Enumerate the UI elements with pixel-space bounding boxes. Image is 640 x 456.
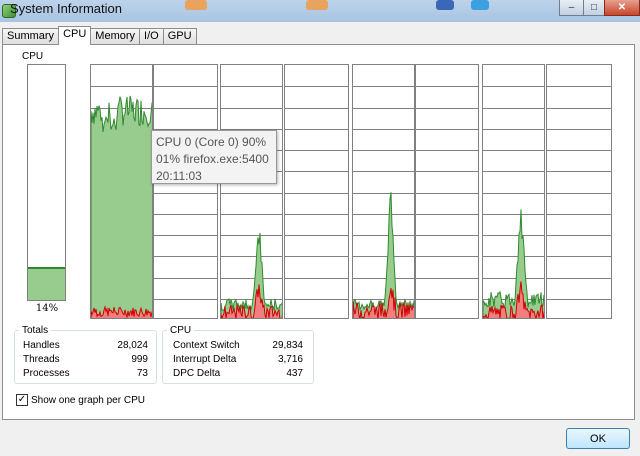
- taskbar-icon: [471, 0, 489, 10]
- cpu-graph-core-3-plot: [285, 86, 348, 300]
- window-title: System Information: [10, 1, 122, 16]
- totals-row-threads: Threads 999: [23, 354, 148, 368]
- context-switch-label: Context Switch: [173, 340, 240, 351]
- maximize-icon: □: [590, 2, 598, 13]
- dpc-delta-label: DPC Delta: [173, 368, 221, 379]
- tab-io[interactable]: I/O: [139, 28, 164, 45]
- cpu-graph-core-3[interactable]: [284, 64, 349, 319]
- tab-gpu[interactable]: GPU: [162, 28, 197, 45]
- context-switch-value: 29,834: [272, 340, 303, 351]
- cpu-graph-core-6-plot: [483, 86, 544, 318]
- cpu-usage-label: CPU: [22, 51, 44, 62]
- taskbar-icon: [306, 0, 328, 10]
- tab-memory[interactable]: Memory: [90, 28, 141, 45]
- cpu-row-dpc-delta: DPC Delta 437: [173, 368, 303, 382]
- interrupt-delta-value: 3,716: [277, 354, 303, 365]
- cpu-graph-core-0-plot: [91, 86, 152, 318]
- totals-title: Totals: [19, 325, 52, 336]
- totals-row-handles: Handles 28,024: [23, 340, 148, 354]
- cpu-graph-core-2[interactable]: [220, 64, 283, 319]
- threads-value: 999: [131, 354, 148, 365]
- minimize-icon: –: [568, 2, 575, 13]
- tooltip-process-line: 01% firefox.exe:5400: [156, 152, 269, 166]
- close-icon: ✕: [617, 2, 627, 13]
- cpu-row-context-switch: Context Switch 29,834: [173, 340, 303, 354]
- cpu-stats-title: CPU: [167, 325, 195, 336]
- cpu-graph-core-4[interactable]: [352, 64, 415, 319]
- one-graph-per-cpu-checkbox[interactable]: ✓: [16, 394, 28, 406]
- ok-button[interactable]: OK: [566, 428, 630, 449]
- processes-label: Processes: [23, 368, 70, 379]
- threads-label: Threads: [23, 354, 60, 365]
- cpu-usage-percent: 14%: [35, 303, 59, 314]
- cpu-graph-core-7[interactable]: [546, 64, 612, 319]
- cpu-graph-core-1[interactable]: [153, 64, 218, 319]
- minimize-button[interactable]: –: [559, 0, 584, 16]
- cpu-row-interrupt-delta: Interrupt Delta 3,716: [173, 354, 303, 368]
- close-button[interactable]: ✕: [604, 0, 640, 16]
- title-bar: System Information – □ ✕: [0, 0, 640, 22]
- tooltip-time-line: 20:11:03: [156, 169, 202, 183]
- graph-tooltip: CPU 0 (Core 0) 90% 01% firefox.exe:5400 …: [151, 130, 277, 184]
- one-graph-per-cpu-label[interactable]: Show one graph per CPU: [31, 395, 145, 406]
- tab-cpu[interactable]: CPU: [58, 26, 92, 45]
- taskbar-icon: [436, 0, 454, 10]
- cpu-graph-core-4-plot: [353, 86, 414, 318]
- cpu-graph-core-1-plot: [154, 86, 217, 300]
- processes-value: 73: [136, 368, 148, 379]
- cpu-graph-core-7-plot: [547, 86, 611, 300]
- cpu-graph-core-2-plot: [221, 86, 282, 318]
- cpu-graph-core-5-plot: [416, 86, 478, 300]
- user-time-area: [91, 95, 152, 318]
- totals-group: Totals Handles 28,024 Threads 999 Proces…: [14, 325, 157, 384]
- cpu-stats-group: CPU Context Switch 29,834 Interrupt Delt…: [162, 325, 314, 384]
- cpu-usage-fill: [28, 267, 65, 300]
- handles-value: 28,024: [117, 340, 148, 351]
- user-time-area: [483, 209, 544, 318]
- totals-row-processes: Processes 73: [23, 368, 148, 382]
- cpu-usage-bar: [27, 64, 66, 301]
- tab-summary[interactable]: Summary: [2, 28, 60, 45]
- tab-strip: Summary CPU Memory I/O GPU: [2, 26, 197, 45]
- handles-label: Handles: [23, 340, 60, 351]
- tooltip-cpu-line: CPU 0 (Core 0) 90%: [156, 135, 267, 149]
- dpc-delta-value: 437: [286, 368, 303, 379]
- cpu-graph-core-0[interactable]: [90, 64, 153, 319]
- interrupt-delta-label: Interrupt Delta: [173, 354, 237, 365]
- cpu-graph-core-5[interactable]: [415, 64, 479, 319]
- cpu-graph-core-6[interactable]: [482, 64, 545, 319]
- taskbar-icon: [185, 0, 207, 10]
- maximize-button[interactable]: □: [583, 0, 605, 16]
